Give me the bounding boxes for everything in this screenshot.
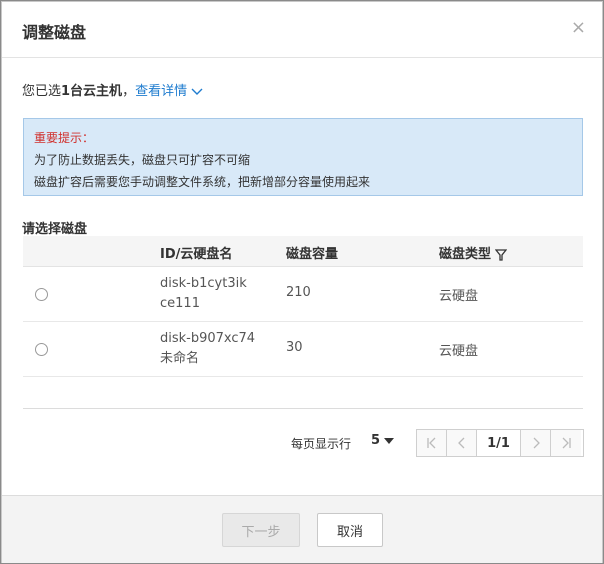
disk-id-cell: disk-b907xc74 未命名 [160, 329, 255, 369]
disk-name: 未命名 [160, 351, 200, 366]
adjust-disk-dialog: 调整磁盘 × 您已选1台云主机，查看详情 重要提示： 为了防止数据丢失，磁盘只可… [1, 1, 603, 563]
table-row[interactable]: disk-b1cyt3ik ce111 210 云硬盘 [23, 267, 583, 322]
selection-count: 1台云主机 [61, 84, 123, 99]
header-id: ID/云硬盘名 [160, 247, 233, 262]
disk-id: disk-b907xc74 [160, 331, 256, 346]
first-page-icon [426, 437, 435, 449]
per-page-label: 每页显示行 [291, 437, 352, 451]
next-page-icon [533, 437, 540, 449]
table-row[interactable]: disk-b907xc74 未命名 30 云硬盘 [23, 322, 583, 377]
dialog-title: 调整磁盘 [22, 23, 87, 42]
next-page-button[interactable] [521, 430, 551, 456]
view-details-link[interactable]: 查看详情 [135, 84, 187, 99]
notice-line-1: 为了防止数据丢失，磁盘只可扩容不可缩 [34, 153, 251, 167]
next-step-button[interactable]: 下一步 [222, 513, 300, 547]
page-size-select[interactable]: 5 [371, 433, 395, 448]
select-disk-label: 请选择磁盘 [22, 222, 88, 237]
pagination-control: 1/1 [416, 429, 584, 457]
first-page-button[interactable] [417, 430, 447, 456]
disk-capacity: 210 [286, 285, 311, 300]
disk-table: ID/云硬盘名 磁盘容量 磁盘类型 disk-b1cyt3ik ce111 21… [23, 236, 583, 377]
header-capacity: 磁盘容量 [286, 247, 339, 262]
dialog-footer: 下一步 取消 [2, 495, 602, 563]
table-header: ID/云硬盘名 磁盘容量 磁盘类型 [23, 236, 583, 267]
disk-id: disk-b1cyt3ik [160, 276, 247, 291]
header-type: 磁盘类型 [439, 243, 508, 262]
close-icon[interactable]: × [571, 19, 586, 37]
prev-page-button[interactable] [447, 430, 477, 456]
page-size-value: 5 [371, 433, 381, 448]
disk-type: 云硬盘 [439, 344, 479, 359]
selection-summary: 您已选1台云主机，查看详情 [22, 80, 203, 99]
notice-line-2: 磁盘扩容后需要您手动调整文件系统，把新增部分容量使用起来 [34, 175, 371, 189]
last-page-icon [562, 437, 571, 449]
selection-prefix: 您已选 [22, 84, 62, 99]
table-divider [23, 408, 583, 409]
disk-capacity: 30 [286, 340, 303, 355]
notice-title: 重要提示： [34, 131, 95, 145]
chevron-down-icon[interactable] [191, 87, 203, 97]
prev-page-icon [457, 437, 464, 449]
page-indicator: 1/1 [477, 430, 521, 456]
disk-id-cell: disk-b1cyt3ik ce111 [160, 274, 247, 314]
radio-icon[interactable] [35, 343, 48, 356]
disk-name: ce111 [160, 296, 200, 311]
caret-down-icon [384, 437, 395, 444]
dialog-header: 调整磁盘 × [2, 2, 602, 58]
filter-icon[interactable] [495, 248, 508, 261]
header-type-label: 磁盘类型 [439, 247, 492, 262]
important-notice: 重要提示： 为了防止数据丢失，磁盘只可扩容不可缩 磁盘扩容后需要您手动调整文件系… [23, 118, 583, 196]
selection-comma: ， [122, 84, 136, 99]
disk-type: 云硬盘 [439, 289, 479, 304]
last-page-button[interactable] [551, 430, 581, 456]
radio-icon[interactable] [35, 288, 48, 301]
cancel-button[interactable]: 取消 [317, 513, 383, 547]
